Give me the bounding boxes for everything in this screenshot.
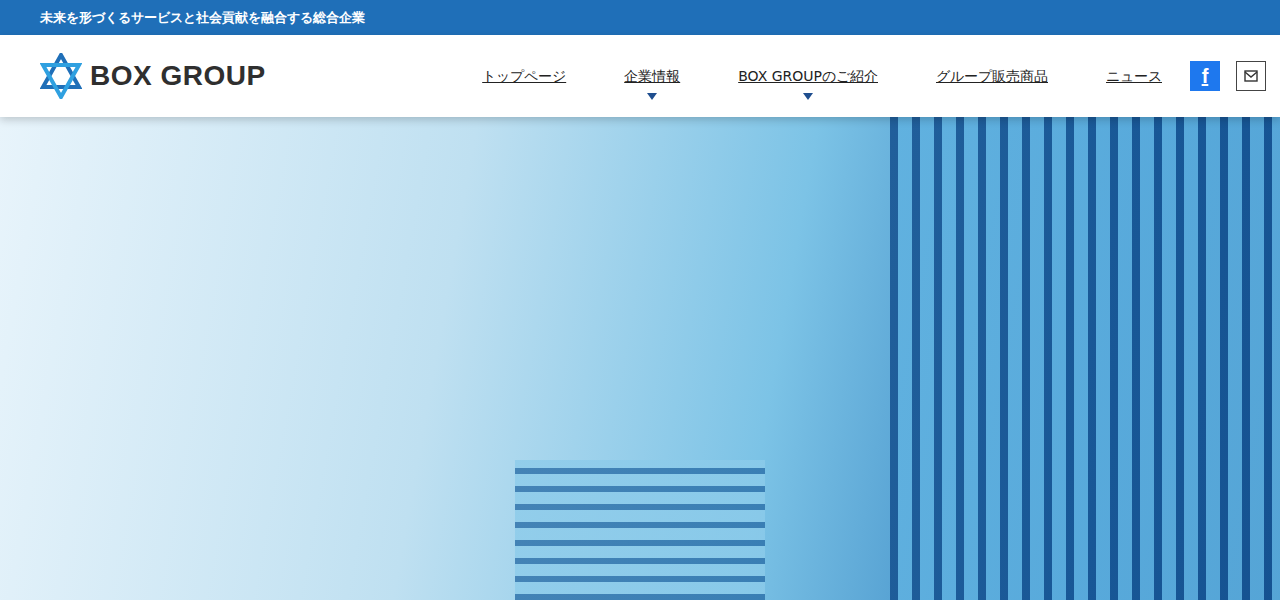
- tagline: 未来を形づくるサービスと社会貢献を融合する総合企業: [40, 8, 365, 28]
- nav-item[interactable]: トップページ: [482, 60, 566, 93]
- hero-building: [515, 460, 765, 600]
- logo[interactable]: BOX GROUP: [40, 53, 266, 99]
- logo-text: BOX GROUP: [90, 55, 266, 97]
- dropdown-caret-icon: [803, 93, 813, 100]
- nav-item[interactable]: BOX GROUPのご紹介: [738, 60, 878, 93]
- hero-building: [890, 117, 1280, 600]
- header-right: トップページ 企業情報 BOX GROUPのご紹介 グループ販売商品 ニュース f: [482, 60, 1266, 93]
- top-bar: 未来を形づくるサービスと社会貢献を融合する総合企業: [0, 0, 1280, 35]
- nav-item[interactable]: グループ販売商品: [936, 60, 1048, 93]
- nav-item[interactable]: 企業情報: [624, 60, 680, 93]
- mail-icon: [1244, 70, 1258, 82]
- star-logo-icon: [40, 53, 82, 99]
- nav-item[interactable]: ニュース: [1106, 60, 1162, 93]
- mail-button[interactable]: [1236, 61, 1266, 91]
- site-header: BOX GROUP トップページ 企業情報 BOX GROUPのご紹介 グループ販売商品…: [0, 35, 1280, 117]
- dropdown-caret-icon: [647, 93, 657, 100]
- main-nav: トップページ 企業情報 BOX GROUPのご紹介 グループ販売商品 ニュース: [482, 60, 1162, 93]
- hero-image: [0, 117, 1280, 600]
- facebook-icon[interactable]: f: [1190, 61, 1220, 91]
- social-icons: f: [1190, 61, 1266, 91]
